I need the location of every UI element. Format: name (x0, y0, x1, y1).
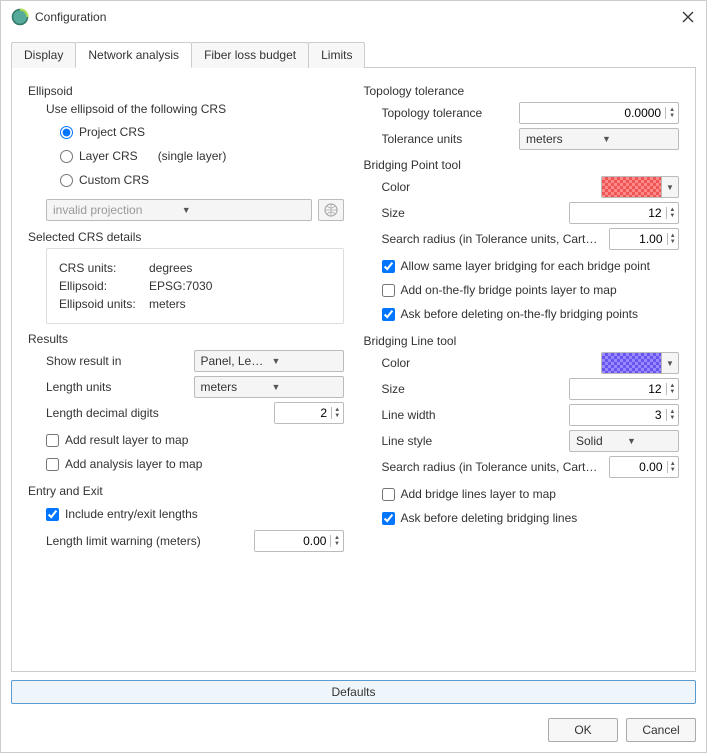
length-limit-spin[interactable]: ▲▼ (254, 530, 344, 552)
radio-custom-crs[interactable]: Custom CRS (60, 168, 344, 192)
close-icon (682, 11, 694, 23)
projection-combo[interactable]: invalid projection▼ (46, 199, 312, 221)
bridge-line-size-spin[interactable]: ▲▼ (569, 378, 679, 400)
app-logo-icon (11, 8, 29, 26)
decimal-digits-spin[interactable]: ▲▼ (274, 402, 344, 424)
window-title: Configuration (35, 10, 680, 24)
tab-display[interactable]: Display (11, 42, 76, 68)
radio-layer-crs[interactable]: Layer CRS(single layer) (60, 144, 344, 168)
crs-details-box: CRS units:degrees Ellipsoid:EPSG:7030 El… (46, 248, 344, 324)
use-ellipsoid-label: Use ellipsoid of the following CRS (46, 102, 344, 116)
tolerance-units-combo[interactable]: meters▼ (519, 128, 679, 150)
bridging-line-title: Bridging Line tool (364, 334, 680, 348)
ask-delete-lines-check[interactable]: Ask before deleting bridging lines (382, 506, 680, 530)
tabpanel-network-analysis: Ellipsoid Use ellipsoid of the following… (11, 67, 696, 672)
tab-limits[interactable]: Limits (308, 42, 365, 68)
add-bridge-lines-check[interactable]: Add bridge lines layer to map (382, 482, 680, 506)
chevron-down-icon[interactable]: ▼ (667, 213, 678, 219)
defaults-button[interactable]: Defaults (11, 680, 696, 704)
tab-fiber-loss-budget[interactable]: Fiber loss budget (191, 42, 309, 68)
bridge-line-width-spin[interactable]: ▲▼ (569, 404, 679, 426)
chevron-down-icon[interactable]: ▼ (667, 415, 678, 421)
bridge-line-color[interactable]: ▼ (601, 352, 679, 374)
bridge-point-size-spin[interactable]: ▲▼ (569, 202, 679, 224)
add-analysis-layer-check[interactable]: Add analysis layer to map (46, 452, 344, 476)
add-fly-points-check[interactable]: Add on-the-fly bridge points layer to ma… (382, 278, 680, 302)
globe-icon (323, 202, 339, 218)
bridge-line-style-combo[interactable]: Solid▼ (569, 430, 679, 452)
chevron-down-icon: ▼ (182, 205, 307, 215)
chevron-down-icon: ▼ (661, 176, 679, 198)
chevron-down-icon[interactable]: ▼ (668, 239, 679, 245)
crs-details-title: Selected CRS details (28, 230, 344, 244)
chevron-down-icon: ▼ (661, 352, 679, 374)
entry-exit-title: Entry and Exit (28, 484, 344, 498)
length-units-combo[interactable]: meters▼ (194, 376, 344, 398)
chevron-down-icon: ▼ (602, 134, 674, 144)
close-button[interactable] (680, 9, 696, 25)
chevron-down-icon: ▼ (272, 356, 339, 366)
allow-same-layer-check[interactable]: Allow same layer bridging for each bridg… (382, 254, 680, 278)
tab-bar: Display Network analysis Fiber loss budg… (11, 41, 696, 67)
bridge-point-color[interactable]: ▼ (601, 176, 679, 198)
include-entry-exit-check[interactable]: Include entry/exit lengths (46, 502, 344, 526)
add-result-layer-check[interactable]: Add result layer to map (46, 428, 344, 452)
chevron-down-icon[interactable]: ▼ (666, 113, 678, 119)
topology-title: Topology tolerance (364, 84, 680, 98)
ask-delete-points-check[interactable]: Ask before deleting on-the-fly bridging … (382, 302, 680, 326)
tab-network-analysis[interactable]: Network analysis (75, 42, 192, 68)
chevron-down-icon[interactable]: ▼ (667, 389, 678, 395)
chevron-down-icon[interactable]: ▼ (332, 413, 343, 419)
chevron-down-icon[interactable]: ▼ (331, 541, 342, 547)
chevron-down-icon: ▼ (272, 382, 339, 392)
chevron-down-icon: ▼ (627, 436, 674, 446)
cancel-button[interactable]: Cancel (626, 718, 696, 742)
bridge-line-radius-spin[interactable]: ▲▼ (609, 456, 679, 478)
results-title: Results (28, 332, 344, 346)
crs-picker-button[interactable] (318, 199, 344, 221)
bridge-point-radius-spin[interactable]: ▲▼ (609, 228, 679, 250)
radio-project-crs[interactable]: Project CRS (60, 120, 344, 144)
show-result-combo[interactable]: Panel, Length and loss▼ (194, 350, 344, 372)
chevron-down-icon[interactable]: ▼ (668, 467, 679, 473)
ok-button[interactable]: OK (548, 718, 618, 742)
ellipsoid-title: Ellipsoid (28, 84, 344, 98)
topology-tolerance-spin[interactable]: ▲▼ (519, 102, 679, 124)
bridging-point-title: Bridging Point tool (364, 158, 680, 172)
